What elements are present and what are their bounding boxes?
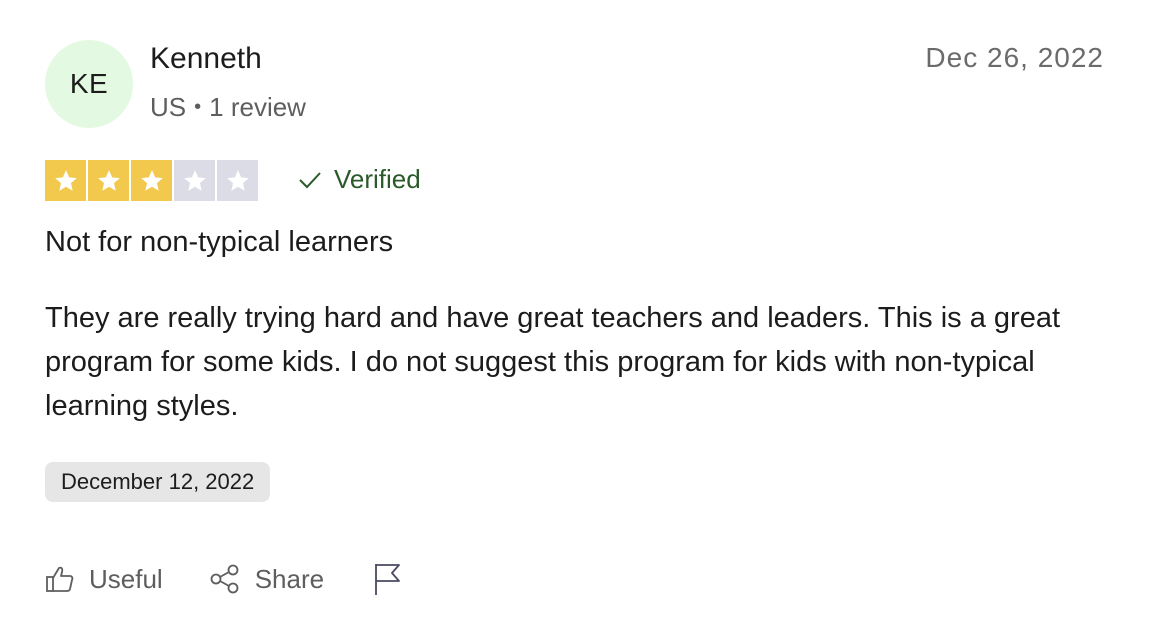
avatar[interactable]: KE <box>45 40 133 128</box>
share-label: Share <box>254 563 325 594</box>
star-filled <box>88 160 129 201</box>
verified-badge[interactable]: Verified <box>298 164 421 195</box>
verified-label: Verified <box>334 164 421 194</box>
reviewer-name[interactable]: Kenneth <box>150 42 262 76</box>
review-title[interactable]: Not for non-typical learners <box>45 226 393 259</box>
flag-icon <box>372 562 402 596</box>
review-body: They are really trying hard and have gre… <box>45 302 1061 422</box>
review-date: Dec 26, 2022 <box>925 42 1104 73</box>
star-icon <box>183 169 206 191</box>
star-icon <box>54 169 77 191</box>
thumbs-up-icon <box>45 564 75 594</box>
star-icon <box>226 169 249 191</box>
star-icon <box>97 169 120 191</box>
star-empty <box>174 160 215 201</box>
star-icon <box>140 169 163 191</box>
reviewer-review-count: 1 review <box>209 92 306 122</box>
share-button[interactable]: Share <box>209 564 324 595</box>
meta-separator: • <box>194 96 202 118</box>
star-filled <box>131 160 172 201</box>
useful-label: Useful <box>89 563 163 594</box>
reviewer-country: US <box>150 92 187 122</box>
star-rating <box>45 160 258 201</box>
useful-button[interactable]: Useful <box>45 564 163 595</box>
reviewer-meta: US • 1 review <box>150 92 306 123</box>
report-button[interactable] <box>372 562 402 596</box>
star-empty <box>217 160 258 201</box>
check-icon <box>298 171 322 189</box>
share-icon <box>209 564 241 594</box>
experience-date-badge: December 12, 2022 <box>45 462 271 502</box>
star-filled <box>45 160 86 201</box>
review-actions: Useful Share <box>45 562 402 596</box>
review-card: KE Kenneth US • 1 review Dec 26, 2022 Ve… <box>0 0 1174 625</box>
